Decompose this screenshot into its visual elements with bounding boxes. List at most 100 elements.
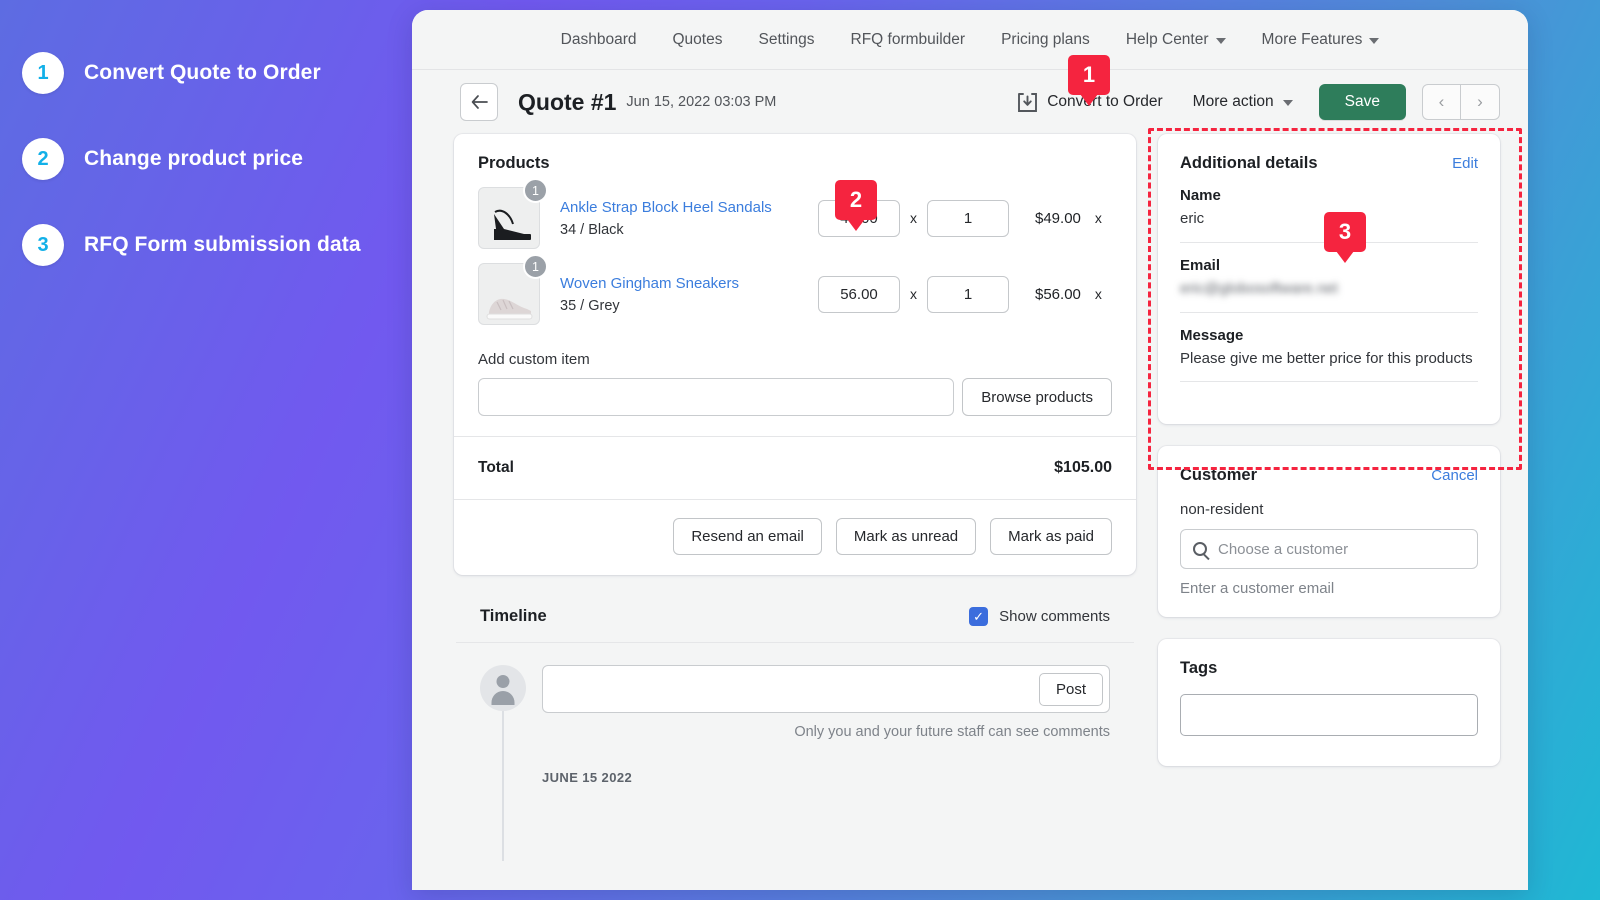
remove-product-button[interactable]: x	[1095, 286, 1102, 302]
timeline-header: Timeline ✓ Show comments	[456, 601, 1134, 642]
import-to-order-icon	[1017, 92, 1038, 113]
resend-email-button[interactable]: Resend an email	[673, 518, 822, 555]
customer-heading: Customer	[1180, 466, 1257, 485]
step-label: Convert Quote to Order	[84, 61, 321, 85]
heel-sandal-icon	[482, 202, 536, 248]
total-value: $105.00	[1054, 459, 1112, 477]
nav-item-more-features[interactable]: More Features	[1244, 10, 1398, 69]
post-comment-button[interactable]: Post	[1039, 673, 1103, 706]
product-row: 1 Woven Gingham Sneakers 35 / Grey 56.00…	[478, 263, 1112, 325]
main-column: Products 1	[454, 134, 1136, 785]
convert-to-order-label: Convert to Order	[1047, 93, 1162, 111]
nav-item-help-center[interactable]: Help Center	[1108, 10, 1244, 69]
search-icon	[1193, 542, 1207, 556]
customer-email-note: Enter a customer email	[1180, 580, 1478, 597]
sneaker-icon	[481, 290, 537, 324]
product-info: Woven Gingham Sneakers 35 / Grey	[560, 274, 818, 314]
timeline-heading: Timeline	[480, 607, 547, 626]
nav-label: Pricing plans	[1001, 31, 1090, 49]
step-item: 3 RFQ Form submission data	[22, 224, 420, 266]
steps-panel: 1 Convert Quote to Order 2 Change produc…	[0, 0, 420, 900]
add-custom-item-label: Add custom item	[478, 351, 1112, 368]
step-item: 2 Change product price	[22, 138, 420, 180]
product-name-link[interactable]: Woven Gingham Sneakers	[560, 274, 818, 294]
chevron-down-icon	[1369, 38, 1379, 44]
detail-value: Please give me better price for this pro…	[1180, 348, 1478, 370]
nav-item-rfq-formbuilder[interactable]: RFQ formbuilder	[833, 10, 984, 69]
show-comments-checkbox[interactable]: ✓	[969, 607, 988, 626]
nav-label: Quotes	[673, 31, 723, 49]
customer-header: Customer Cancel	[1180, 466, 1478, 485]
mark-as-unread-button[interactable]: Mark as unread	[836, 518, 976, 555]
timeline-date-divider: JUNE 15 2022	[542, 770, 1110, 785]
additional-details-header: Additional details Edit	[1180, 154, 1478, 173]
tags-card: Tags	[1158, 639, 1500, 766]
step-number-badge: 2	[22, 138, 64, 180]
detail-field-message: Message Please give me better price for …	[1180, 313, 1478, 383]
product-quantity-input[interactable]: 1	[927, 276, 1009, 313]
tags-heading: Tags	[1180, 659, 1478, 678]
arrow-left-icon	[471, 95, 488, 109]
custom-item-input[interactable]	[478, 378, 954, 416]
detail-label: Email	[1180, 257, 1478, 274]
product-name-link[interactable]: Ankle Strap Block Heel Sandals	[560, 198, 818, 218]
annotation-marker-1: 1	[1068, 55, 1110, 95]
add-custom-item-row: Browse products	[478, 378, 1112, 416]
nav-label: RFQ formbuilder	[851, 31, 966, 49]
step-label: RFQ Form submission data	[84, 233, 361, 257]
customer-name: non-resident	[1180, 501, 1478, 518]
edit-additional-details-link[interactable]: Edit	[1452, 155, 1478, 172]
customer-search-input[interactable]: Choose a customer	[1218, 541, 1348, 558]
products-section: Products 1	[454, 134, 1136, 436]
multiply-symbol: x	[910, 210, 917, 226]
products-card: Products 1	[454, 134, 1136, 575]
product-line-total: $56.00	[1035, 286, 1081, 303]
products-heading: Products	[478, 154, 1112, 173]
nav-item-settings[interactable]: Settings	[740, 10, 832, 69]
detail-label: Message	[1180, 327, 1478, 344]
additional-details-card: Additional details Edit Name eric Email …	[1158, 134, 1500, 424]
chevron-down-icon	[1216, 38, 1226, 44]
step-item: 1 Convert Quote to Order	[22, 52, 420, 94]
detail-field-email: Email eric@globosoftware.net	[1180, 243, 1478, 313]
product-qty-badge: 1	[523, 178, 548, 203]
nav-label: Dashboard	[561, 31, 637, 49]
avatar	[480, 665, 526, 711]
more-action-label: More action	[1193, 93, 1274, 111]
remove-product-button[interactable]: x	[1095, 210, 1102, 226]
tags-input[interactable]	[1180, 694, 1478, 736]
cancel-customer-link[interactable]: Cancel	[1431, 467, 1478, 484]
customer-card: Customer Cancel non-resident Choose a cu…	[1158, 446, 1500, 617]
total-label: Total	[478, 459, 514, 477]
mark-as-paid-button[interactable]: Mark as paid	[990, 518, 1112, 555]
show-comments-toggle[interactable]: ✓ Show comments	[969, 607, 1110, 626]
product-variant: 34 / Black	[560, 222, 818, 238]
nav-item-dashboard[interactable]: Dashboard	[543, 10, 655, 69]
app-window: Dashboard Quotes Settings RFQ formbuilde…	[412, 10, 1528, 890]
nav-item-quotes[interactable]: Quotes	[655, 10, 741, 69]
product-thumbnail-wrap: 1	[478, 187, 544, 249]
product-line-total: $49.00	[1035, 210, 1081, 227]
previous-page-button[interactable]: ‹	[1422, 84, 1461, 120]
timeline-section: Timeline ✓ Show comments Post	[454, 601, 1136, 785]
quote-actions: Resend an email Mark as unread Mark as p…	[454, 500, 1136, 575]
customer-search-box[interactable]: Choose a customer	[1180, 529, 1478, 569]
more-action-button[interactable]: More action	[1193, 93, 1293, 111]
product-variant: 35 / Grey	[560, 298, 818, 314]
product-price-input[interactable]: 56.00	[818, 276, 900, 313]
browse-products-button[interactable]: Browse products	[962, 378, 1112, 416]
detail-value-redacted: eric@globosoftware.net	[1180, 278, 1478, 300]
product-quantity-input[interactable]: 1	[927, 200, 1009, 237]
page-header: Quote #1 Jun 15, 2022 03:03 PM Convert t…	[412, 70, 1528, 134]
save-button[interactable]: Save	[1319, 84, 1406, 120]
timeline-connector	[502, 711, 504, 861]
detail-label: Name	[1180, 187, 1478, 204]
comment-wrap: Post Only you and your future staff can …	[542, 665, 1110, 740]
product-info: Ankle Strap Block Heel Sandals 34 / Blac…	[560, 198, 818, 238]
back-button[interactable]	[460, 83, 498, 121]
comment-box: Post	[542, 665, 1110, 713]
product-row: 1 Ankle Strap Block Heel Sandals 34 / Bl…	[478, 187, 1112, 249]
step-number-badge: 3	[22, 224, 64, 266]
next-page-button[interactable]: ›	[1461, 84, 1500, 120]
annotation-marker-2: 2	[835, 180, 877, 220]
